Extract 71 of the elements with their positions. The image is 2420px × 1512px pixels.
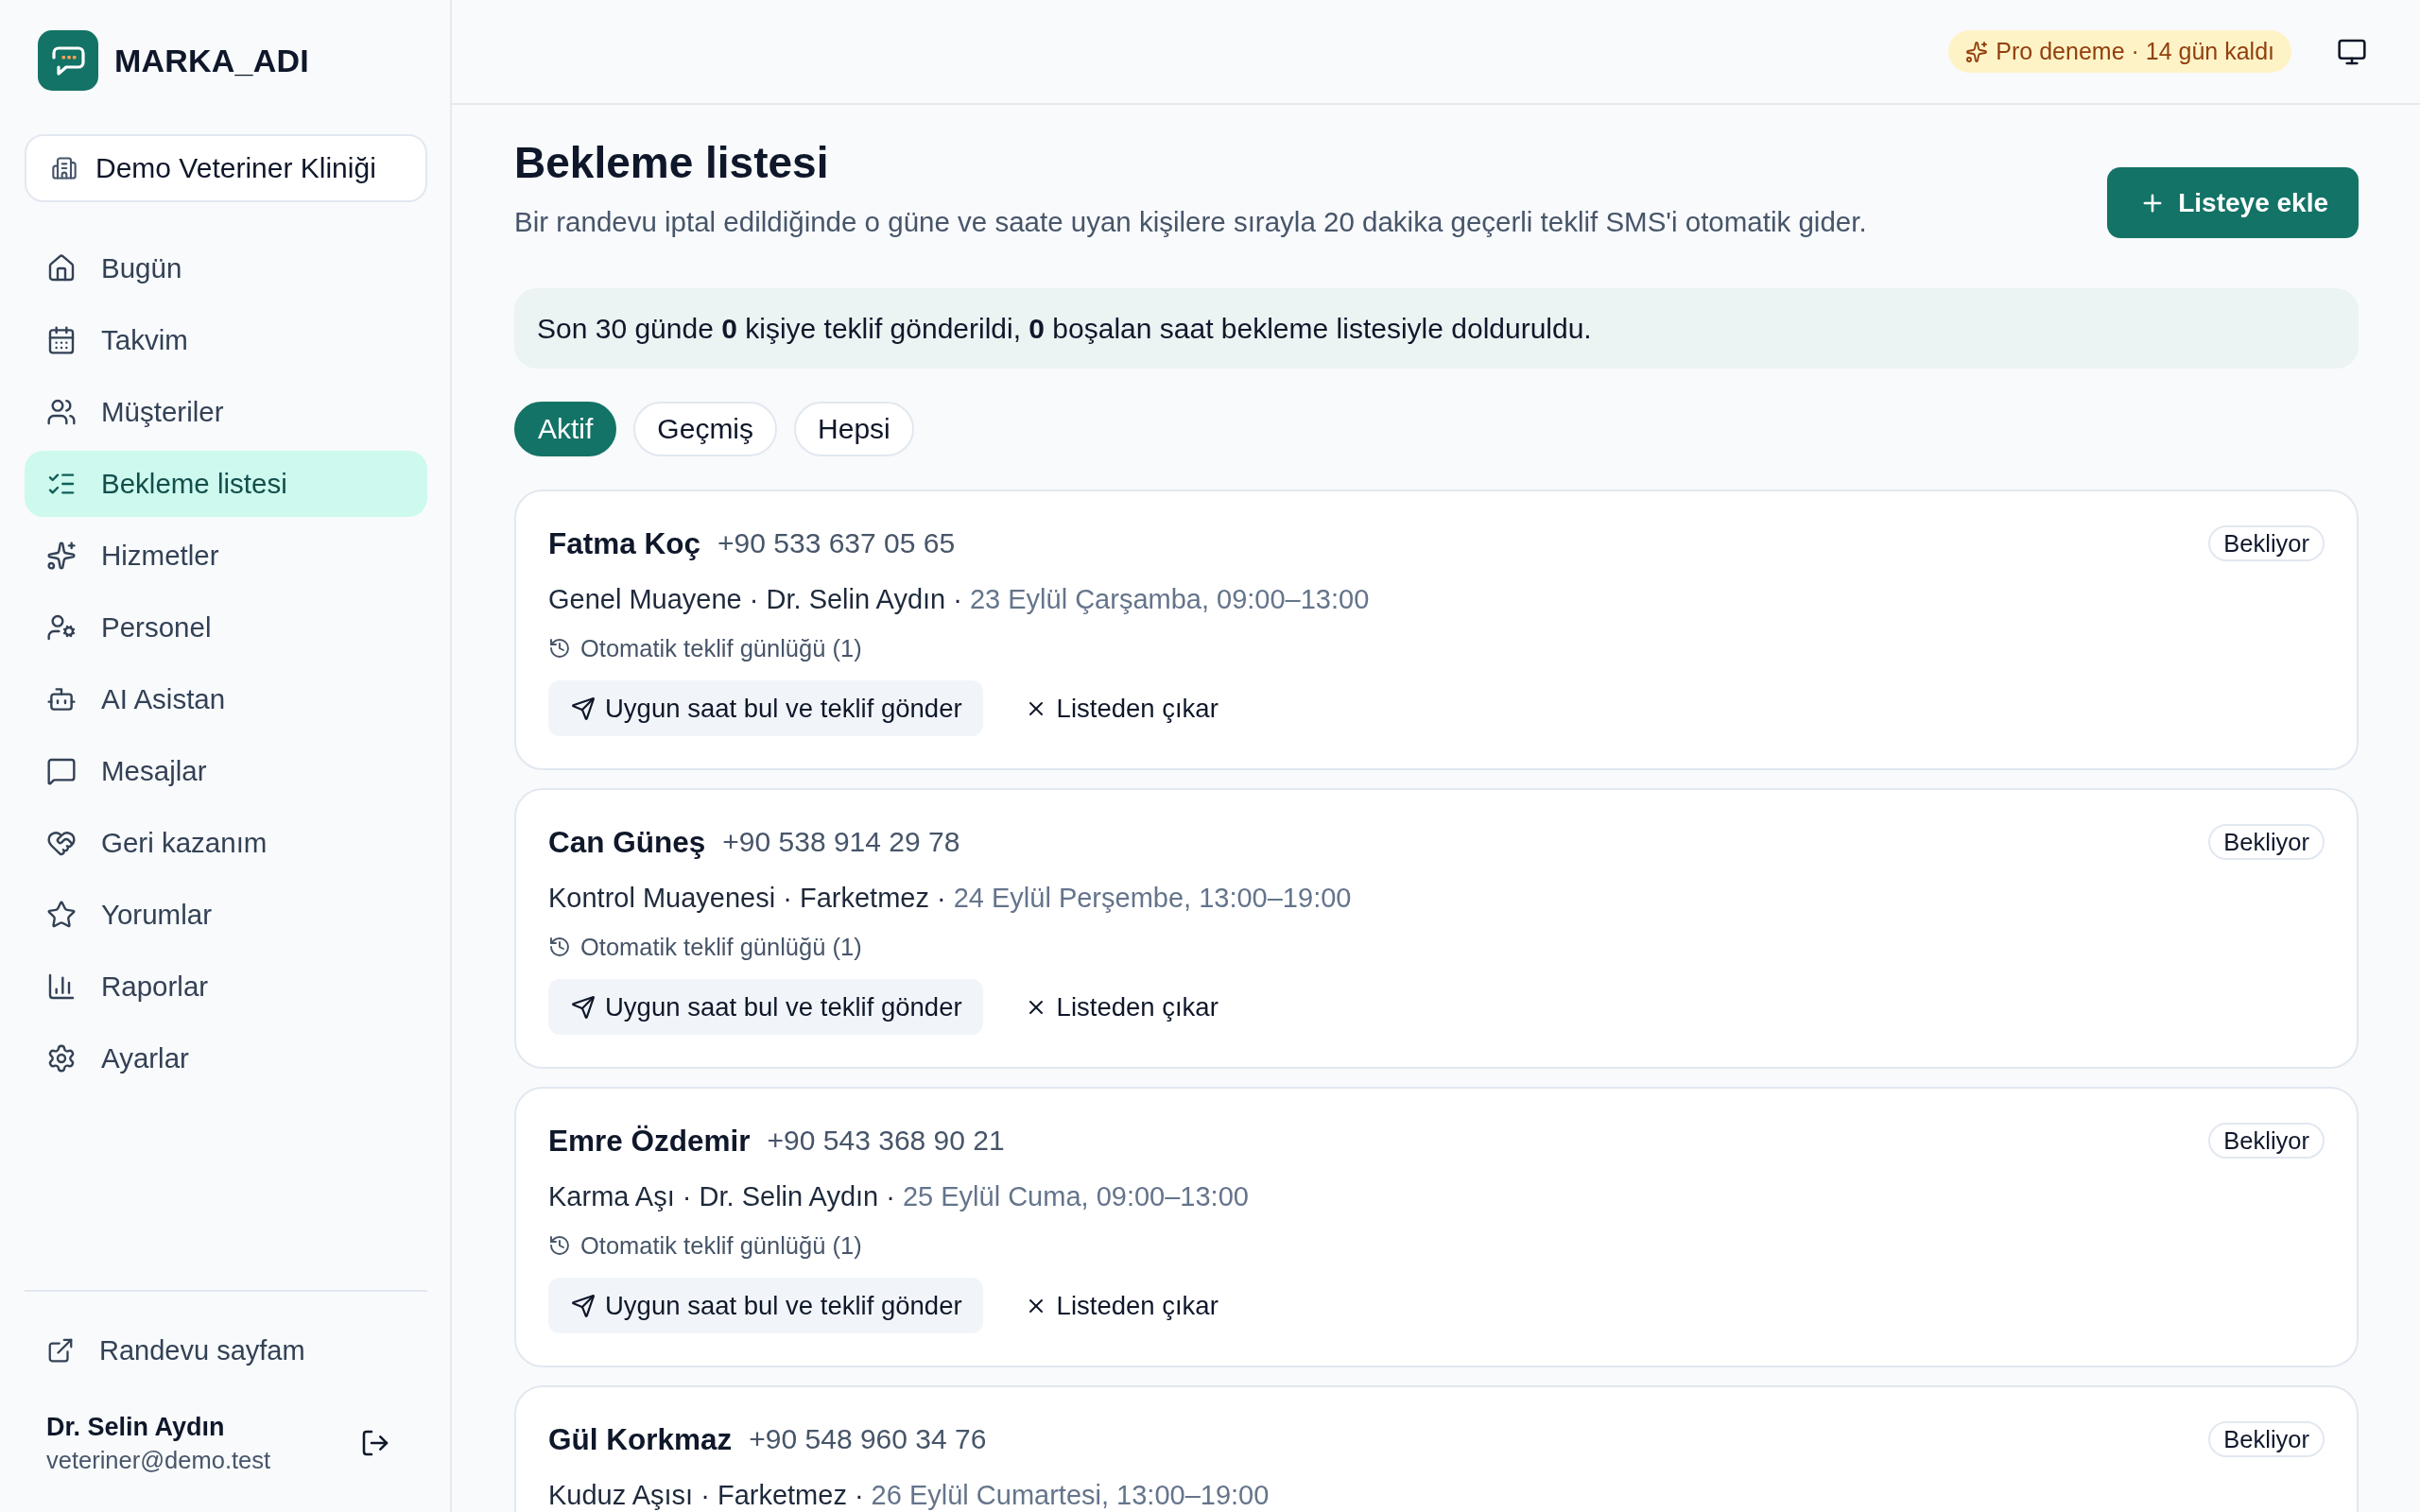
find-slot-button[interactable]: Uygun saat bul ve teklif gönder xyxy=(548,1278,983,1333)
appointment-details: Kuduz Aşısı · Farketmez · 26 Eylül Cumartesi, 13:00–19:00 xyxy=(548,1479,1270,1512)
star-icon xyxy=(46,900,77,930)
status-badge: Bekliyor xyxy=(2208,1421,2325,1457)
clinic-selector[interactable]: Demo Veteriner Kliniği xyxy=(25,134,427,202)
sparkles-icon xyxy=(46,541,77,571)
users-icon xyxy=(46,397,77,427)
home-icon xyxy=(46,253,77,284)
nav-item[interactable]: Bugün xyxy=(25,235,427,301)
user-name: Dr. Selin Aydın xyxy=(46,1412,226,1442)
logout-icon xyxy=(360,1428,390,1458)
status-badge: Bekliyor xyxy=(2208,525,2325,561)
calendar-icon xyxy=(46,325,77,355)
customer-name: Emre Özdemir xyxy=(548,1123,751,1159)
nav-item[interactable]: Takvim xyxy=(25,307,427,373)
bar-chart-icon xyxy=(46,971,77,1002)
customer-name: Can Güneş xyxy=(548,824,706,860)
page-description: Bir randevu iptal edildiğinde o güne ve saate uyan kişilere sırayla 20 dakika geçerli teklif SMS'i otomatik gider. xyxy=(514,206,1867,238)
appointment-details: Karma Aşı · Dr. Selin Aydın · 25 Eylül Cuma, 09:00–13:00 xyxy=(548,1180,1250,1213)
status-badge: Bekliyor xyxy=(2208,824,2325,860)
phone-number: +90 543 368 90 21 xyxy=(767,1125,1005,1157)
find-slot-button[interactable]: Uygun saat bul ve teklif gönder xyxy=(548,979,983,1035)
history-icon xyxy=(548,1234,571,1257)
history-icon xyxy=(548,637,571,660)
phone-number: +90 538 914 29 78 xyxy=(722,826,960,858)
nav-item[interactable]: Raporlar xyxy=(25,954,427,1020)
user-gear-icon xyxy=(46,612,77,643)
remove-button[interactable]: Listeden çıkar xyxy=(1003,680,1239,736)
paper-plane-icon xyxy=(571,1293,596,1318)
offer-log-link[interactable]: Otomatik teklif günlüğü (1) xyxy=(548,1231,862,1260)
appointment-details: Genel Muayene · Dr. Selin Aydın · 23 Eylül Çarşamba, 09:00–13:00 xyxy=(548,583,1371,616)
offer-log-link[interactable]: Otomatik teklif günlüğü (1) xyxy=(548,634,862,662)
add-to-list-button[interactable]: Listeye ekle xyxy=(2107,167,2359,238)
nav-item[interactable]: Geri kazanım xyxy=(25,810,427,876)
filter-tab[interactable]: Geçmiş xyxy=(633,402,778,456)
summary-banner: Son 30 günde 0 kişiye teklif gönderildi, 0 boşalan saat bekleme listesiyle dolduruldu. xyxy=(514,288,2359,369)
nav-item[interactable]: Müşteriler xyxy=(25,379,427,445)
chat-bubble-icon xyxy=(46,756,77,786)
brand-logo xyxy=(38,30,98,91)
nav-item[interactable]: Yorumlar xyxy=(25,882,427,948)
customer-name: Gül Korkmaz xyxy=(548,1421,733,1457)
nav-item[interactable]: Personel xyxy=(25,594,427,661)
paper-plane-icon xyxy=(571,994,596,1020)
filter-tab[interactable]: Hepsi xyxy=(794,402,914,456)
history-icon xyxy=(548,936,571,958)
paper-plane-icon xyxy=(571,696,596,721)
external-link-icon xyxy=(46,1336,75,1365)
building-icon xyxy=(51,155,78,181)
find-slot-button[interactable]: Uygun saat bul ve teklif gönder xyxy=(548,680,983,736)
nav-item[interactable]: Bekleme listesi xyxy=(25,451,427,517)
page-title: Bekleme listesi xyxy=(514,137,830,189)
phone-number: +90 533 637 05 65 xyxy=(717,527,956,559)
user-email: veteriner@demo.test xyxy=(46,1446,271,1474)
logout-button[interactable] xyxy=(360,1428,390,1458)
brand-name: MARKA_ADI xyxy=(114,42,309,79)
remove-button[interactable]: Listeden çıkar xyxy=(1003,979,1239,1035)
settings-icon xyxy=(46,1043,77,1074)
nav-item[interactable]: Mesajlar xyxy=(25,738,427,804)
appointment-details: Kontrol Muayenesi · Farketmez · 24 Eylül Perşembe, 13:00–19:00 xyxy=(548,882,1353,915)
phone-number: +90 548 960 34 76 xyxy=(749,1423,987,1455)
status-badge: Bekliyor xyxy=(2208,1123,2325,1159)
nav-item[interactable]: AI Asistan xyxy=(25,666,427,732)
trial-badge: Pro deneme · 14 gün kaldı xyxy=(1948,30,2291,73)
customer-name: Fatma Koç xyxy=(548,525,701,561)
offer-log-link[interactable]: Otomatik teklif günlüğü (1) xyxy=(548,933,862,961)
filter-tab[interactable]: Aktif xyxy=(514,402,617,456)
remove-button[interactable]: Listeden çıkar xyxy=(1003,1278,1239,1333)
nav-item[interactable]: Ayarlar xyxy=(25,1025,427,1091)
sparkles-icon xyxy=(1965,40,1989,63)
booking-page-link[interactable]: Randevu sayfam xyxy=(25,1327,327,1374)
nav-item[interactable]: Hizmetler xyxy=(25,523,427,589)
